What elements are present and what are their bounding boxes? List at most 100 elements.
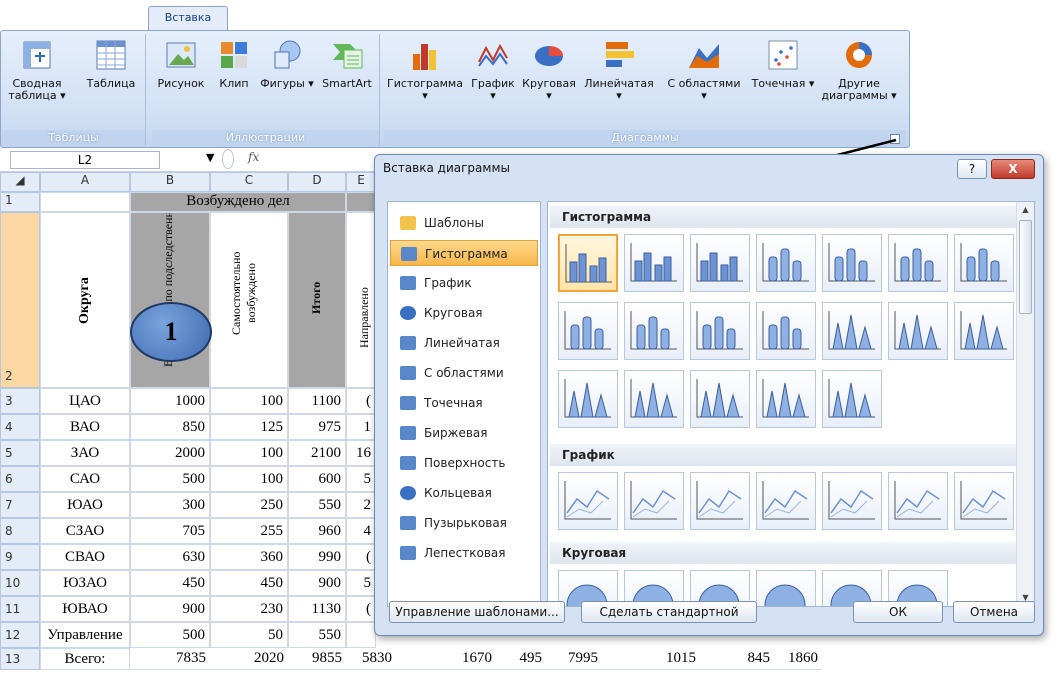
table-cell[interactable]: 975	[288, 414, 346, 440]
total-value-cell[interactable]: 7835	[130, 648, 210, 670]
scroll-thumb[interactable]	[1019, 220, 1032, 314]
total-label-cell[interactable]: Всего:	[40, 648, 130, 670]
histogram-subtype[interactable]	[888, 302, 948, 360]
histogram-subtype[interactable]	[558, 302, 618, 360]
col-header-e[interactable]: E	[346, 172, 376, 192]
table-cell[interactable]: 5	[346, 466, 376, 492]
chart-category-10[interactable]: Пузырьковая	[390, 510, 538, 536]
line-subtype[interactable]	[690, 472, 750, 530]
col-header-c[interactable]: C	[210, 172, 288, 192]
pie-subtype[interactable]	[756, 570, 816, 606]
manage-templates-button[interactable]: Управление шаблонами...	[389, 601, 565, 623]
total-value-cell[interactable]: 495	[496, 648, 546, 670]
table-cell[interactable]: САО	[40, 466, 130, 492]
cell[interactable]	[346, 192, 376, 212]
total-value-cell[interactable]: 7995	[546, 648, 602, 670]
histogram-subtype[interactable]	[558, 234, 618, 292]
chart-category-1[interactable]: Гистограмма	[390, 240, 538, 266]
merged-header-cell[interactable]: Возбуждено дел	[130, 192, 346, 212]
table-cell[interactable]: ЮЗАО	[40, 570, 130, 596]
help-button[interactable]: ?	[957, 159, 987, 179]
histogram-subtype[interactable]	[690, 370, 750, 428]
table-cell[interactable]: 600	[288, 466, 346, 492]
pie-chart-button[interactable]: Круговая ▾	[520, 38, 578, 102]
row-header[interactable]: 3	[0, 388, 40, 414]
table-cell[interactable]: 1100	[288, 388, 346, 414]
table-cell[interactable]: ЮВАО	[40, 596, 130, 622]
table-cell[interactable]: 2100	[288, 440, 346, 466]
row-header[interactable]: 9	[0, 544, 40, 570]
table-cell[interactable]: 900	[288, 570, 346, 596]
histogram-subtype[interactable]	[954, 302, 1014, 360]
chart-category-4[interactable]: Линейчатая	[390, 330, 538, 356]
table-cell[interactable]: 900	[130, 596, 210, 622]
table-cell[interactable]: 5	[346, 570, 376, 596]
table-cell[interactable]: 550	[288, 622, 346, 648]
histogram-button[interactable]: Гистограмма ▾	[384, 38, 466, 102]
table-cell[interactable]: 100	[210, 440, 288, 466]
row-header[interactable]: 4	[0, 414, 40, 440]
clip-button[interactable]: Клип	[212, 38, 256, 90]
row-header[interactable]: 1	[0, 192, 40, 212]
chart-category-5[interactable]: С областями	[390, 360, 538, 386]
chart-category-3[interactable]: Круговая	[390, 300, 538, 326]
table-cell[interactable]: СВАО	[40, 544, 130, 570]
table-cell[interactable]: 450	[210, 570, 288, 596]
row-header[interactable]: 8	[0, 518, 40, 544]
table-cell[interactable]: 850	[130, 414, 210, 440]
line-subtype[interactable]	[954, 472, 1014, 530]
table-cell[interactable]: ВАО	[40, 414, 130, 440]
line-subtype[interactable]	[888, 472, 948, 530]
chart-category-8[interactable]: Поверхность	[390, 450, 538, 476]
row-header[interactable]: 6	[0, 466, 40, 492]
table-cell[interactable]: 4	[346, 518, 376, 544]
header-d-cell[interactable]: Итого	[288, 212, 346, 388]
fx-button[interactable]: fx	[248, 150, 259, 164]
total-value-cell[interactable]: 1015	[602, 648, 700, 670]
line-subtype[interactable]	[822, 472, 882, 530]
row-header[interactable]: 12	[0, 622, 40, 648]
table-cell[interactable]: 960	[288, 518, 346, 544]
table-cell[interactable]: 2	[346, 492, 376, 518]
histogram-subtype[interactable]	[690, 302, 750, 360]
pivot-table-button[interactable]: Сводная таблица ▾	[4, 38, 70, 102]
table-cell[interactable]: 50	[210, 622, 288, 648]
line-subtype[interactable]	[756, 472, 816, 530]
header-c-cell[interactable]: Самостоятельно возбуждено	[210, 212, 288, 388]
chart-category-9[interactable]: Кольцевая	[390, 480, 538, 506]
tab-insert[interactable]: Вставка	[148, 6, 228, 30]
histogram-subtype[interactable]	[822, 234, 882, 292]
col-header-a[interactable]: A	[40, 172, 130, 192]
chart-category-0[interactable]: Шаблоны	[390, 210, 538, 236]
table-cell[interactable]: 255	[210, 518, 288, 544]
col-header-b[interactable]: B	[130, 172, 210, 192]
chart-category-6[interactable]: Точечная	[390, 390, 538, 416]
table-cell[interactable]: ЦАО	[40, 388, 130, 414]
row-header[interactable]: 10	[0, 570, 40, 596]
cancel-button[interactable]: Отмена	[953, 601, 1035, 623]
line-subtype[interactable]	[624, 472, 684, 530]
table-cell[interactable]: 550	[288, 492, 346, 518]
bar-chart-button[interactable]: Линейчатая ▾	[580, 38, 658, 102]
set-default-button[interactable]: Сделать стандартной	[581, 601, 757, 623]
total-value-cell[interactable]: 845	[700, 648, 774, 670]
histogram-subtype[interactable]	[756, 302, 816, 360]
table-cell[interactable]	[346, 622, 376, 648]
total-value-cell[interactable]: 2020	[210, 648, 288, 670]
chart-category-2[interactable]: График	[390, 270, 538, 296]
other-charts-button[interactable]: Другие диаграммы ▾	[816, 38, 902, 102]
row-header[interactable]: 13	[0, 648, 40, 670]
table-cell[interactable]: 1130	[288, 596, 346, 622]
table-cell[interactable]: 500	[130, 466, 210, 492]
table-cell[interactable]: 500	[130, 622, 210, 648]
total-value-cell[interactable]: 9855	[288, 648, 346, 670]
table-cell[interactable]: 300	[130, 492, 210, 518]
shapes-button[interactable]: Фигуры ▾	[258, 38, 316, 90]
line-subtype[interactable]	[558, 472, 618, 530]
table-cell[interactable]: 125	[210, 414, 288, 440]
chart-category-7[interactable]: Биржевая	[390, 420, 538, 446]
histogram-subtype[interactable]	[822, 302, 882, 360]
row-header[interactable]: 11	[0, 596, 40, 622]
table-cell[interactable]: ЮАО	[40, 492, 130, 518]
ok-button[interactable]: ОК	[853, 601, 943, 623]
